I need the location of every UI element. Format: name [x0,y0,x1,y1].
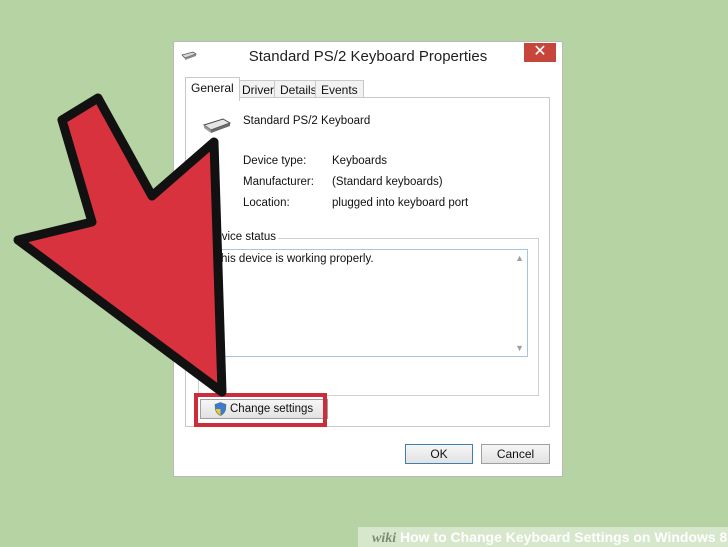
keyboard-icon [203,118,231,133]
scroll-up-icon[interactable]: ▲ [515,253,524,263]
close-button[interactable]: ✕ [524,43,556,62]
scroll-down-icon[interactable]: ▼ [515,343,524,353]
watermark-title: How to Change Keyboard Settings on Windo… [400,529,728,545]
watermark-brand: wiki [372,531,397,546]
device-status-label: Device status [205,231,279,243]
device-status-textbox[interactable]: This device is working properly. ▲ ▼ [209,249,528,357]
location-value: plugged into keyboard port [332,197,469,209]
cancel-button[interactable]: Cancel [481,444,550,464]
highlight-box [194,393,327,427]
wikihow-watermark: wiki How to Change Keyboard Settings on … [358,527,728,547]
window-title: Standard PS/2 Keyboard Properties [248,48,488,65]
properties-dialog: Standard PS/2 Keyboard Properties ✕ Gene… [173,41,563,477]
device-status-group: Device status This device is working pro… [198,231,539,396]
location-label: Location: [243,197,290,209]
tab-general[interactable]: General [185,77,240,101]
device-name: Standard PS/2 Keyboard [243,115,371,127]
general-panel: Standard PS/2 Keyboard Device type: Keyb… [185,97,550,427]
manufacturer-value: (Standard keyboards) [332,176,443,188]
ok-button[interactable]: OK [405,444,473,464]
title-bar: Standard PS/2 Keyboard Properties ✕ [174,42,562,72]
device-type-value: Keyboards [332,155,387,167]
device-status-text: This device is working properly. [214,253,374,265]
manufacturer-label: Manufacturer: [243,176,314,188]
device-type-label: Device type: [243,155,307,167]
